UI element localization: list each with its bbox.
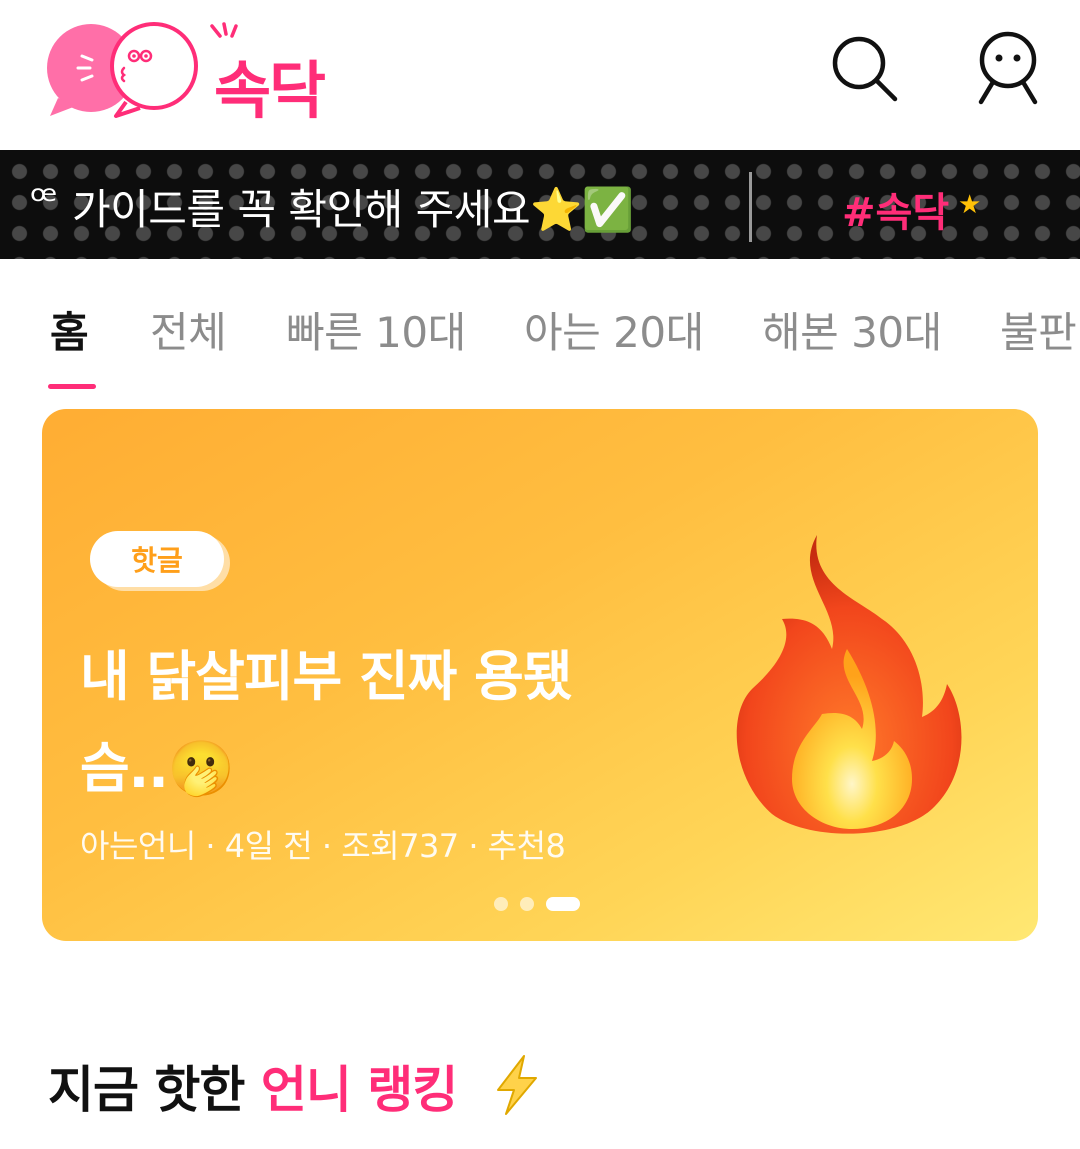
ticker-text[interactable]: 가이드를 꼭 확인해 주세요⭐✅ [72, 176, 634, 237]
pagination-dot-active[interactable] [546, 897, 580, 911]
tab-home[interactable]: 홈 [50, 299, 89, 360]
ranking-section-title: 지금 핫한 언니 랭킹 [48, 1050, 458, 1122]
search-icon [832, 36, 898, 102]
pagination-dot[interactable] [494, 897, 508, 911]
active-tab-indicator [48, 384, 96, 389]
hot-badge-label: 핫글 [131, 544, 183, 577]
ticker-divider [749, 172, 752, 242]
banner-title-line-2: 슴..🫢 [80, 737, 235, 800]
profile-button[interactable] [970, 30, 1046, 106]
logo-speech-bubbles-icon[interactable] [46, 18, 201, 118]
app-header: 속닥 [0, 0, 1080, 150]
hot-post-banner[interactable]: 핫글 내 닭살피부 진짜 용됐 슴..🫢 아는언니 · 4일 전 · 조회737… [42, 409, 1038, 941]
tab-thirties[interactable]: 해본 30대 [762, 299, 942, 360]
tab-hotboard[interactable]: 불판 [1000, 299, 1077, 360]
ticker-hashtag[interactable]: #속닥 [842, 180, 949, 238]
profile-icon [978, 31, 1038, 105]
tab-teens[interactable]: 빠른 10대 [286, 299, 466, 360]
banner-pagination [494, 896, 580, 912]
category-tabs: 홈 전체 빠른 10대 아는 20대 해본 30대 불판 [0, 259, 1080, 399]
fire-icon [736, 535, 962, 834]
search-button[interactable] [826, 30, 902, 106]
lightning-icon [497, 1055, 537, 1115]
banner-title-line-1: 내 닭살피부 진짜 용됐 [80, 645, 573, 708]
ranking-title-accent: 언니 랭킹 [260, 1061, 458, 1119]
tab-all[interactable]: 전체 [150, 299, 227, 360]
app-logo-text[interactable]: 속닥 [214, 40, 326, 130]
pagination-dot[interactable] [520, 897, 534, 911]
ticker-cut-char: ꟹ [30, 176, 58, 225]
ticker-next-emoji-fragment: ★ [958, 190, 982, 220]
banner-post-title[interactable]: 내 닭살피부 진짜 용됐 슴..🫢 [80, 631, 640, 815]
hot-badge: 핫글 [90, 531, 224, 587]
ranking-title-prefix: 지금 핫한 [48, 1061, 261, 1119]
tab-twenties[interactable]: 아는 20대 [524, 299, 704, 360]
banner-post-meta: 아는언니 · 4일 전 · 조회737 · 추천8 [80, 827, 566, 865]
